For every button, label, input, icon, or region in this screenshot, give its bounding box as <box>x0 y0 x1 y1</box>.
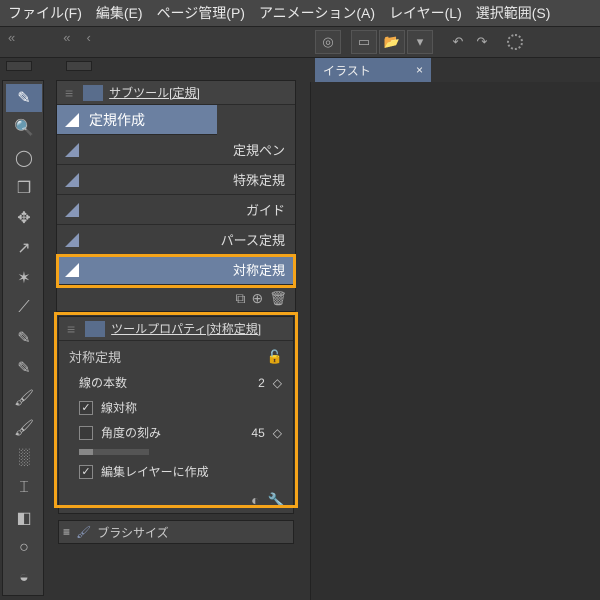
tool-property-header-label: ツールプロパティ[対称定規] <box>111 320 261 337</box>
stepper-icon[interactable]: ◇ <box>273 376 283 390</box>
brush-size-label: ブラシサイズ <box>97 524 168 541</box>
tool-property-header[interactable]: ≡ ツールプロパティ[対称定規] <box>59 317 293 341</box>
brush-size-panel[interactable]: ≡ 🖌 ブラシサイズ <box>58 520 294 544</box>
tool-eraser[interactable]: ◧ <box>6 504 42 532</box>
menu-layer[interactable]: レイヤー(L) <box>389 3 462 23</box>
add-icon[interactable]: ⊕ <box>251 290 263 307</box>
trash-icon[interactable]: 🗑 <box>269 290 287 307</box>
tool-brushA[interactable]: 🖌 <box>6 384 42 412</box>
subtool-item-symmetry-ruler[interactable]: 対称定規 <box>57 255 295 285</box>
canvas-area[interactable] <box>310 82 600 600</box>
tool-property-title: 対称定規 <box>69 347 121 366</box>
subtool-item-ruler-pen[interactable]: 定規ペン <box>57 135 295 165</box>
prop-angle-step[interactable]: 角度の刻み 45 ◇ <box>69 424 283 441</box>
palette-dropdown-icon[interactable]: ▾ <box>407 30 433 54</box>
close-tab-icon[interactable]: × <box>416 63 423 77</box>
ruler-icon <box>65 263 79 277</box>
tool-spray[interactable]: ░ <box>6 444 42 472</box>
prop-lines-label: 線の本数 <box>79 374 250 391</box>
menu-edit[interactable]: 編集(E) <box>96 3 143 23</box>
loading-spinner-icon <box>507 34 523 50</box>
prop-line-sym-label: 線対称 <box>101 399 137 416</box>
tool-penB[interactable]: ✎ <box>6 354 42 382</box>
panel-handle[interactable] <box>6 61 32 71</box>
tool-sparkle[interactable]: ✶ <box>6 264 42 292</box>
redo-button[interactable]: ↷ <box>471 30 493 54</box>
tool-move[interactable]: ✥ <box>6 204 42 232</box>
panel-handle[interactable] <box>66 61 92 71</box>
tool-ellipse[interactable]: ◯ <box>6 144 42 172</box>
subtool-header-label: サブツール[定規] <box>109 84 200 101</box>
prop-lines-count: 線の本数 2 ◇ <box>69 374 283 391</box>
tool-property-panel: ≡ ツールプロパティ[対称定規] 対称定規 🔓 線の本数 2 ◇ ✓ 線対称 角… <box>58 316 294 514</box>
tool-circle[interactable]: ○ <box>6 534 42 562</box>
undo-button[interactable]: ↶ <box>447 30 469 54</box>
tool-pen[interactable]: ✎ <box>6 84 42 112</box>
tool-magnifier[interactable]: 🔍 <box>6 114 42 142</box>
panel-collapse-chevrons[interactable]: ««‹ <box>8 30 91 45</box>
lock-icon[interactable]: 🔓 <box>267 349 283 365</box>
tool-cube[interactable]: ❒ <box>6 174 42 202</box>
ruler-icon <box>65 143 79 157</box>
drag-handle-icon[interactable]: ≡ <box>63 525 70 539</box>
drag-handle-icon[interactable]: ≡ <box>63 321 79 337</box>
prop-lines-value[interactable]: 2 <box>258 376 265 390</box>
subtool-item-perspective-ruler[interactable]: パース定規 <box>57 225 295 255</box>
angle-slider[interactable] <box>79 449 149 455</box>
checkbox-checked[interactable]: ✓ <box>79 465 93 479</box>
subtool-item-guide[interactable]: ガイド <box>57 195 295 225</box>
prop-line-symmetry[interactable]: ✓ 線対称 <box>69 399 283 416</box>
checkbox-unchecked[interactable] <box>79 426 93 440</box>
menu-page[interactable]: ページ管理(P) <box>157 3 245 23</box>
prop-angle-label: 角度の刻み <box>101 424 243 441</box>
ruler-icon <box>65 113 79 127</box>
open-folder-icon[interactable]: 📂 <box>379 30 405 54</box>
new-layer-icon[interactable]: ▭ <box>351 30 377 54</box>
wrench-icon[interactable]: 🔧 <box>268 492 285 509</box>
tool-arrow[interactable]: ↗ <box>6 234 42 262</box>
menu-anim[interactable]: アニメーション(A) <box>259 3 375 23</box>
prop-create-on-layer[interactable]: ✓ 編集レイヤーに作成 <box>69 463 283 480</box>
prop-angle-value[interactable]: 45 <box>251 426 264 440</box>
menu-file[interactable]: ファイル(F) <box>8 3 82 23</box>
ruler-panel-icon <box>85 321 105 337</box>
subtool-actions: ⧉ ⊕ 🗑 <box>57 285 295 311</box>
subtool-item-special-ruler[interactable]: 特殊定規 <box>57 165 295 195</box>
tool-textedit[interactable]: ⌶ <box>6 474 42 502</box>
brush-icon: 🖌 <box>76 525 91 539</box>
checkbox-checked[interactable]: ✓ <box>79 401 93 415</box>
reset-icon[interactable]: ◐ <box>251 492 259 509</box>
subtool-header[interactable]: ≡ サブツール[定規] <box>57 81 295 105</box>
menu-select[interactable]: 選択範囲(S) <box>476 3 551 23</box>
ruler-icon <box>65 233 79 247</box>
subtool-category-label: 定規作成 <box>89 110 145 130</box>
ruler-panel-icon <box>83 85 103 101</box>
document-tab-label: イラスト <box>323 62 371 79</box>
ruler-icon <box>65 173 79 187</box>
stepper-icon[interactable]: ◇ <box>273 426 283 440</box>
tool-brushB[interactable]: 🖌 <box>6 414 42 442</box>
tool-penA[interactable]: ✎ <box>6 324 42 352</box>
subtool-panel: ≡ サブツール[定規] 定規作成 定規ペン 特殊定規 ガイド パース定規 対称定… <box>56 80 296 312</box>
duplicate-icon[interactable]: ⧉ <box>235 290 245 307</box>
tool-eyedropper[interactable]: ⟋ <box>6 294 42 322</box>
prop-create-layer-label: 編集レイヤーに作成 <box>101 463 209 480</box>
tool-shade[interactable]: ◒ <box>6 564 42 592</box>
toolbox: ✎ 🔍 ◯ ❒ ✥ ↗ ✶ ⟋ ✎ ✎ 🖌 🖌 ░ ⌶ ◧ ○ ◒ <box>2 80 44 596</box>
drag-handle-icon[interactable]: ≡ <box>61 85 77 101</box>
ruler-icon <box>65 203 79 217</box>
subtool-category[interactable]: 定規作成 <box>57 105 217 135</box>
document-tab[interactable]: イラスト × <box>315 58 431 82</box>
menu-bar: ファイル(F) 編集(E) ページ管理(P) アニメーション(A) レイヤー(L… <box>0 0 600 26</box>
swirl-icon[interactable]: ◎ <box>315 30 341 54</box>
